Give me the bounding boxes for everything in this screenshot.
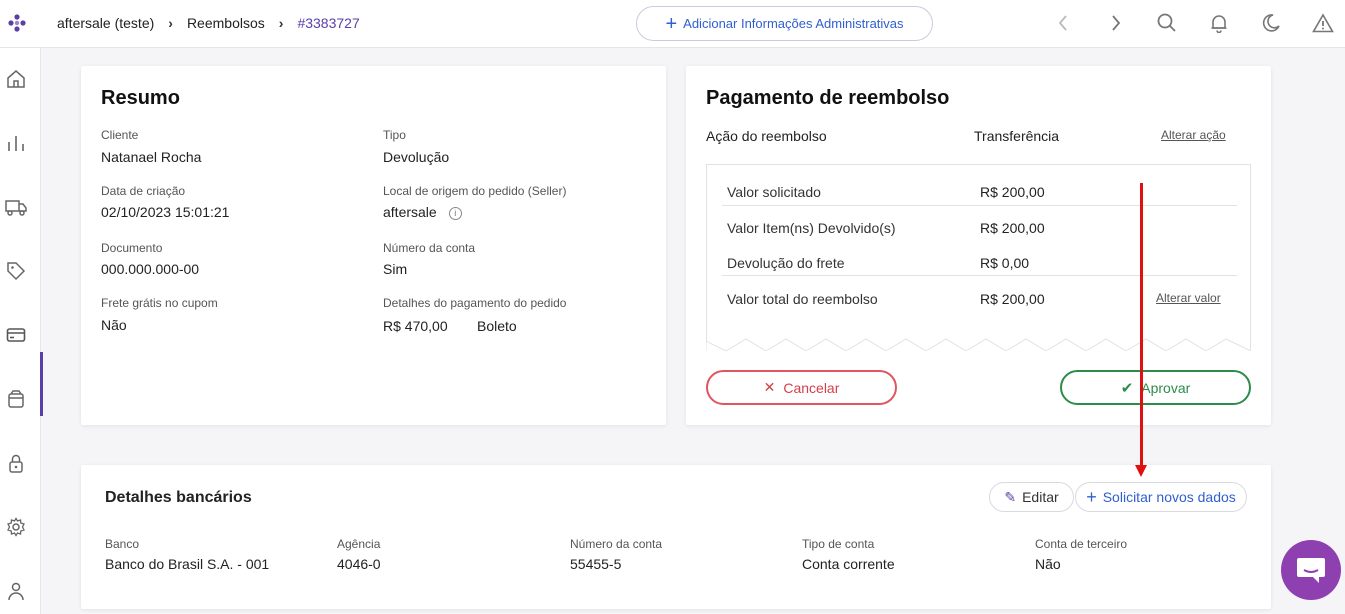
chevron-right-icon: › (168, 15, 173, 31)
row-divider (722, 275, 1237, 276)
acao-reembolso-value: Transferência (974, 128, 1060, 144)
cancel-label: Cancelar (783, 379, 840, 396)
search-icon[interactable] (1156, 12, 1178, 34)
data-criacao-label: Data de criação (101, 184, 186, 198)
valor-total-label: Valor total do reembolso (727, 291, 878, 307)
add-admin-info-label: Adicionar Informações Administrativas (683, 16, 904, 31)
tipo-value: Devolução (383, 149, 450, 165)
sidebar-active-indicator (40, 352, 43, 416)
gear-icon[interactable] (5, 516, 27, 538)
valor-itens-label: Valor Item(ns) Devolvido(s) (727, 220, 896, 236)
plus-icon: + (665, 12, 678, 35)
credit-card-icon[interactable] (5, 324, 27, 346)
documento-label: Documento (101, 241, 163, 255)
approve-button[interactable]: ✔ Aprovar (1060, 370, 1251, 405)
top-bar: aftersale (teste) › Reembolsos › #338372… (0, 0, 1345, 48)
origem-label: Local de origem do pedido (Seller) (383, 184, 567, 198)
devolucao-frete-value: R$ 0,00 (980, 255, 1030, 271)
alterar-acao-link[interactable]: Alterar ação (1161, 128, 1226, 142)
bank-details-title: Detalhes bancários (105, 489, 252, 506)
detalhes-pagamento-metodo: Boleto (477, 318, 517, 334)
frete-gratis-label: Frete grátis no cupom (101, 296, 218, 310)
bell-icon[interactable] (1208, 12, 1230, 34)
data-criacao-value: 02/10/2023 15:01:21 (101, 204, 230, 220)
package-icon[interactable] (5, 388, 27, 410)
acao-reembolso-label: Ação do reembolso (706, 128, 827, 144)
truck-icon[interactable] (5, 196, 27, 218)
detalhes-pagamento-label: Detalhes do pagamento do pedido (383, 296, 567, 310)
resumo-title: Resumo (101, 87, 180, 109)
valor-itens-value: R$ 200,00 (980, 220, 1045, 236)
moon-icon[interactable] (1260, 12, 1282, 34)
tipo-conta-value: Conta corrente (802, 556, 895, 572)
request-new-data-label: Solicitar novos dados (1102, 489, 1236, 505)
cliente-label: Cliente (101, 128, 139, 142)
resumo-card: Resumo Cliente Natanael Rocha Tipo Devol… (81, 66, 666, 425)
detalhes-pagamento-valor: R$ 470,00 (383, 318, 448, 334)
row-divider (722, 205, 1237, 206)
valor-total-value: R$ 200,00 (980, 291, 1045, 307)
approve-label: Aprovar (1141, 379, 1191, 396)
numero-conta-value: Sim (383, 261, 408, 277)
breadcrumb-current: #3383727 (297, 15, 360, 31)
origem-value: aftersale (383, 204, 437, 220)
devolucao-frete-label: Devolução do frete (727, 255, 845, 271)
annotation-arrow-line (1140, 183, 1143, 467)
add-admin-info-button[interactable]: + Adicionar Informações Administrativas (636, 6, 933, 41)
banco-label: Banco (105, 537, 140, 551)
tipo-conta-label: Tipo de conta (802, 537, 875, 551)
bar-chart-icon[interactable] (5, 132, 27, 154)
chevron-right-icon[interactable] (1105, 12, 1127, 34)
pagamento-title: Pagamento de reembolso (706, 87, 950, 109)
refund-values-box: Valor solicitado R$ 200,00 Valor Item(ns… (706, 164, 1251, 351)
tipo-label: Tipo (383, 128, 406, 142)
pagamento-card: Pagamento de reembolso Ação do reembolso… (686, 66, 1271, 425)
documento-value: 000.000.000-00 (101, 261, 200, 277)
home-icon[interactable] (5, 68, 27, 90)
cliente-value: Natanael Rocha (101, 149, 202, 165)
pencil-icon: ✎ (1004, 488, 1017, 505)
agencia-value: 4046-0 (337, 556, 381, 572)
lock-icon[interactable] (5, 452, 27, 474)
breadcrumb-store[interactable]: aftersale (teste) (57, 15, 154, 31)
numero-conta-bank-value: 55455-5 (570, 556, 622, 572)
valor-solicitado-label: Valor solicitado (727, 184, 821, 200)
conta-terceiro-label: Conta de terceiro (1035, 537, 1128, 551)
numero-conta-label: Número da conta (383, 241, 476, 255)
close-icon: ✕ (763, 379, 776, 395)
plus-icon: + (1086, 487, 1097, 507)
origem-value-wrapper: aftersale i (383, 204, 462, 220)
alterar-valor-link[interactable]: Alterar valor (1156, 291, 1221, 305)
tag-icon[interactable] (5, 260, 27, 282)
frete-gratis-value: Não (101, 317, 127, 333)
chevron-left-icon[interactable] (1052, 12, 1074, 34)
agencia-label: Agência (337, 537, 381, 551)
annotation-arrow-head (1135, 465, 1147, 477)
banco-value: Banco do Brasil S.A. - 001 (105, 556, 270, 572)
valor-solicitado-value: R$ 200,00 (980, 184, 1045, 200)
edit-label: Editar (1022, 489, 1059, 505)
request-new-data-button[interactable]: + Solicitar novos dados (1075, 482, 1247, 512)
check-icon: ✔ (1120, 379, 1134, 397)
breadcrumb: aftersale (teste) › Reembolsos › #338372… (57, 15, 360, 31)
chat-button[interactable] (1281, 540, 1341, 600)
warning-icon[interactable] (1312, 12, 1334, 34)
user-icon[interactable] (5, 580, 27, 602)
edit-button[interactable]: ✎ Editar (989, 482, 1074, 512)
app-logo-icon[interactable] (6, 12, 28, 34)
sidebar (0, 48, 43, 614)
cancel-button[interactable]: ✕ Cancelar (706, 370, 897, 405)
torn-edge (706, 338, 1251, 351)
numero-conta-bank-label: Número da conta (570, 537, 663, 551)
conta-terceiro-value: Não (1035, 556, 1061, 572)
breadcrumb-section[interactable]: Reembolsos (187, 15, 265, 31)
bank-details-card: Detalhes bancários ✎ Editar + Solicitar … (81, 465, 1271, 609)
info-icon[interactable]: i (448, 206, 462, 220)
chat-icon (1297, 558, 1325, 583)
chevron-right-icon: › (278, 15, 284, 31)
